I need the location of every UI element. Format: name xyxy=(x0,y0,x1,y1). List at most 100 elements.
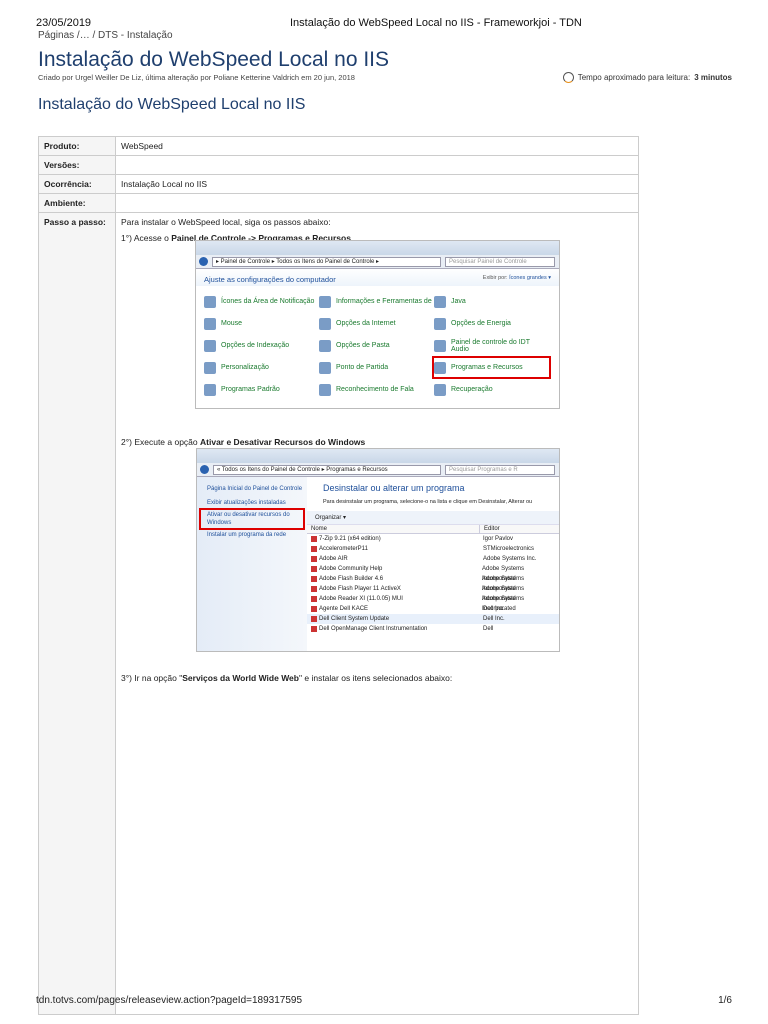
row-value xyxy=(115,155,639,175)
control-panel-icon xyxy=(319,361,331,374)
program-name: 7-Zip 9.21 (x64 edition) xyxy=(319,536,381,542)
cp-item: Programas e Recursos xyxy=(432,356,551,379)
control-panel-icon xyxy=(319,383,331,396)
cp-item-label: Reconhecimento de Fala xyxy=(336,386,414,393)
control-panel-icon xyxy=(434,295,446,308)
side-link-windows-features: Ativar ou desativar recursos do Windows xyxy=(199,508,305,530)
page-title: Instalação do WebSpeed Local no IIS xyxy=(38,48,390,71)
table-row: Versões: xyxy=(38,155,639,175)
cp-item-label: Opções de Energia xyxy=(451,320,511,327)
program-name: Adobe AIR xyxy=(319,556,348,562)
program-editor: STMicroelectronics xyxy=(483,546,535,552)
program-editor: Dell Inc. xyxy=(483,616,505,622)
program-editor: Adobe Systems Inc. xyxy=(483,556,537,562)
control-panel-icon xyxy=(434,383,446,396)
row-label: Ocorrência: xyxy=(38,174,116,194)
row-label: Produto: xyxy=(38,136,116,156)
cp-item: Mouse xyxy=(204,314,319,333)
cp-item-label: Recuperação xyxy=(451,386,493,393)
cp-item-label: Programas e Recursos xyxy=(451,364,523,371)
program-icon xyxy=(311,576,317,582)
program-row: AccelerometerP11 STMicroelectronics xyxy=(307,544,559,554)
reading-time: Tempo aproximado para leitura: 3 minutos xyxy=(562,72,732,83)
cp-item-label: Ponto de Partida xyxy=(336,364,389,371)
cp-item: Opções de Energia xyxy=(434,314,549,333)
control-panel-icon xyxy=(204,339,216,352)
side-link: Instalar um programa da rede xyxy=(207,532,287,538)
control-panel-icon xyxy=(434,361,446,374)
cp-item-label: Personalização xyxy=(221,364,269,371)
row-value: WebSpeed xyxy=(115,136,639,156)
cp-item: Opções de Indexação xyxy=(204,336,319,355)
print-title: Instalação do WebSpeed Local no IIS - Fr… xyxy=(290,17,582,29)
breadcrumb[interactable]: Páginas /… / DTS - Instalação xyxy=(38,30,173,41)
program-row: Adobe Flash Builder 4.6 Adobe Systems Inc… xyxy=(307,574,559,592)
cp-item-label: Opções de Indexação xyxy=(221,342,290,349)
screenshot-control-panel: ▸ Painel de Controle ▸ Todos os Itens do… xyxy=(195,240,560,409)
print-date: 23/05/2019 xyxy=(36,17,92,29)
cp-heading: Ajuste as configurações do computador xyxy=(204,275,336,284)
back-icon xyxy=(199,257,208,266)
address-bar: « Todos os Itens do Painel de Controle ▸… xyxy=(213,464,441,475)
program-row: Adobe Reader XI (11.0.05) MUI Adobe Syste… xyxy=(307,594,559,612)
program-name: Adobe Community Help xyxy=(319,566,383,572)
cp-item-label: Opções de Pasta xyxy=(336,342,390,349)
table-row: Ocorrência: Instalação Local no IIS xyxy=(38,174,639,194)
program-icon xyxy=(311,596,317,602)
program-icon xyxy=(311,626,317,632)
control-panel-icon xyxy=(204,295,216,308)
row-label: Passo a passo: xyxy=(38,212,116,1015)
program-icon xyxy=(311,556,317,562)
col-editor: Editor xyxy=(479,525,504,533)
control-panel-icon xyxy=(319,295,331,308)
cp-item: Personalização xyxy=(204,358,319,377)
control-panel-icon xyxy=(204,383,216,396)
search-box: Pesquisar Programas e R xyxy=(445,464,555,475)
row-label: Ambiente: xyxy=(38,193,116,213)
program-editor: Adobe Systems Incorporated xyxy=(482,576,525,592)
cp-item: Painel de controle do IDT Audio xyxy=(434,336,549,355)
table-row: Produto: WebSpeed xyxy=(38,136,639,156)
cp-item: Java xyxy=(434,292,549,311)
step-2: 2°) Execute a opção Ativar e Desativar R… xyxy=(121,437,366,447)
control-panel-icon xyxy=(319,317,331,330)
program-editor: Adobe Systems Incorporated xyxy=(482,586,525,602)
control-panel-icon xyxy=(204,361,216,374)
program-name: Adobe Flash Player 11 ActiveX xyxy=(319,586,401,592)
program-icon xyxy=(311,616,317,622)
program-row: Dell Client System Update Dell Inc. xyxy=(307,614,559,624)
control-panel-icon xyxy=(434,317,446,330)
program-editor: Dell xyxy=(483,626,494,632)
page-meta: Criado por Urgel Weiller De Liz, última … xyxy=(38,73,355,82)
program-editor: Adobe Systems Incorporated xyxy=(482,566,525,582)
cp-item: Informações e Ferramentas de xyxy=(319,292,434,311)
cp-item: Ponto de Partida xyxy=(319,358,434,377)
cp-item-label: Painel de controle do IDT Audio xyxy=(451,338,530,353)
section-title: Instalação do WebSpeed Local no IIS xyxy=(38,96,306,113)
col-name: Nome xyxy=(311,526,328,532)
program-icon xyxy=(311,566,317,572)
program-name: Dell Client System Update xyxy=(319,616,390,622)
address-bar: ▸ Painel de Controle ▸ Todos os Itens do… xyxy=(212,256,441,267)
print-url: tdn.totvs.com/pages/releaseview.action?p… xyxy=(36,995,303,1006)
program-editor: Dell Inc. xyxy=(483,606,505,612)
cp-item-label: Opções da Internet xyxy=(336,320,396,327)
cp-item: Programas Padrão xyxy=(204,380,319,399)
screenshot-programs: « Todos os Itens do Painel de Controle ▸… xyxy=(196,448,560,652)
cp-item: Ícones da Área de Notificação xyxy=(204,292,319,311)
program-row: Adobe AIR Adobe Systems Inc. xyxy=(307,554,559,564)
control-panel-icon xyxy=(319,339,331,352)
program-name: Dell OpenManage Client Instrumentation xyxy=(319,626,428,632)
program-name: Adobe Reader XI (11.0.05) MUI xyxy=(319,596,403,602)
program-row: Adobe Flash Player 11 ActiveX Adobe Syste… xyxy=(307,584,559,602)
program-editor: Igor Pavlov xyxy=(483,536,514,542)
program-icon xyxy=(311,586,317,592)
reading-time-label: Tempo aproximado para leitura: xyxy=(577,73,691,82)
cp-item-label: Programas Padrão xyxy=(221,386,280,393)
program-icon xyxy=(311,546,317,552)
program-name: AccelerometerP11 xyxy=(319,546,368,552)
steps-intro: Para instalar o WebSpeed local, siga os … xyxy=(121,217,331,227)
cp-item-label: Informações e Ferramentas de xyxy=(336,298,432,305)
program-name: Adobe Flash Builder 4.6 xyxy=(319,576,384,582)
program-row: 7-Zip 9.21 (x64 edition) Igor Pavlov xyxy=(307,534,559,544)
